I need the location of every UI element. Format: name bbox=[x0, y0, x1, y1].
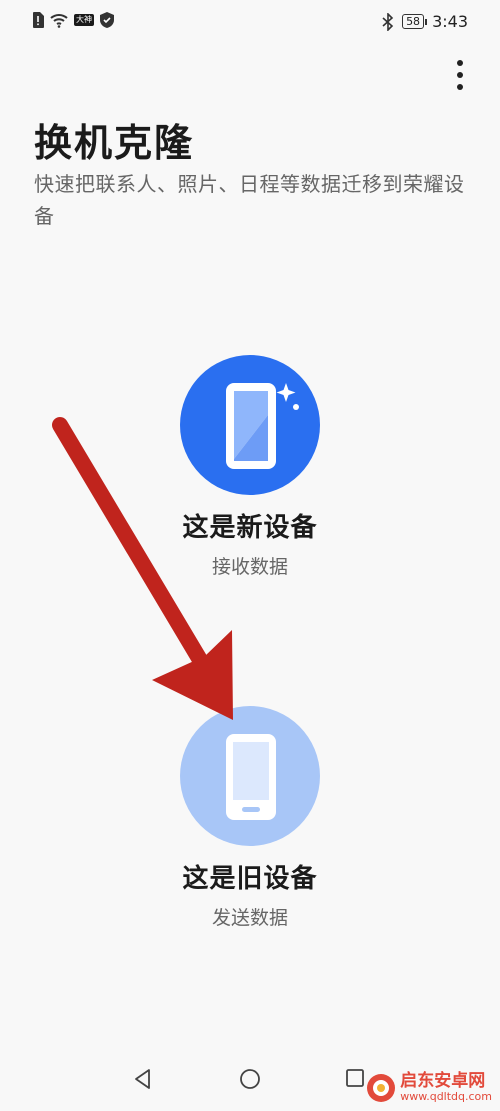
shield-icon bbox=[100, 12, 114, 28]
old-device-option[interactable]: 这是旧设备 发送数据 bbox=[0, 706, 500, 930]
back-icon[interactable] bbox=[131, 1067, 155, 1091]
watermark-logo-icon bbox=[367, 1073, 396, 1102]
old-device-subtitle: 发送数据 bbox=[211, 907, 288, 929]
watermark-url: www.qdltdq.com bbox=[400, 1090, 492, 1103]
wifi-icon bbox=[50, 14, 68, 28]
page-subtitle: 快速把联系人、照片、日程等数据迁移到荣耀设备 bbox=[34, 172, 465, 228]
status-bar: 大神 58 3:43 bbox=[0, 0, 500, 42]
watermark: 启东安卓网 www.qdltdq.com bbox=[366, 1072, 492, 1103]
bluetooth-icon bbox=[382, 12, 394, 31]
sim-alert-icon bbox=[33, 12, 44, 28]
clock: 3:43 bbox=[432, 12, 468, 31]
battery-indicator: 58 bbox=[402, 14, 428, 29]
new-device-option[interactable]: 这是新设备 接收数据 bbox=[0, 355, 500, 579]
status-icons-right: 58 3:43 bbox=[382, 12, 468, 31]
page-title: 换机克隆 bbox=[34, 121, 195, 165]
new-device-circle[interactable] bbox=[180, 355, 320, 495]
home-icon[interactable] bbox=[238, 1067, 262, 1091]
old-phone-icon bbox=[226, 734, 276, 820]
new-device-title: 这是新设备 bbox=[182, 513, 318, 543]
watermark-name: 启东安卓网 bbox=[400, 1071, 486, 1091]
old-device-circle[interactable] bbox=[180, 706, 320, 846]
new-phone-icon bbox=[226, 383, 299, 469]
status-icons-left: 大神 bbox=[32, 12, 114, 28]
old-device-title: 这是旧设备 bbox=[182, 864, 318, 894]
recents-icon[interactable] bbox=[344, 1067, 366, 1089]
app-badge: 大神 bbox=[74, 14, 94, 26]
more-options-icon[interactable] bbox=[452, 58, 468, 92]
new-device-subtitle: 接收数据 bbox=[211, 556, 288, 578]
